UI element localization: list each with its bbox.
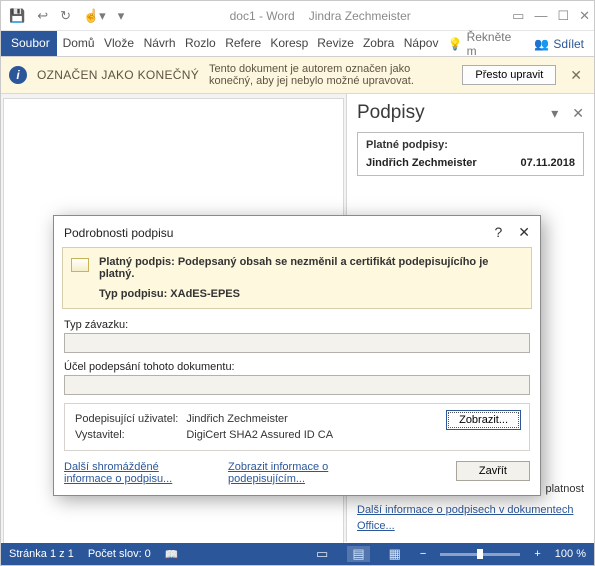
signature-name: Jindřich Zechmeister (366, 157, 477, 169)
redo-icon[interactable]: ↻ (56, 6, 75, 26)
tell-me[interactable]: 💡 Řekněte m (442, 31, 525, 56)
user-name: Jindra Zechmeister (309, 9, 411, 23)
tab-home[interactable]: Domů (57, 31, 98, 56)
marked-final-tag: OZNAČEN JAKO KONEČNÝ (37, 68, 199, 82)
word-count[interactable]: Počet slov: 0 (88, 548, 151, 560)
purpose-label: Účel podepsání tohoto dokumentu: (64, 361, 530, 373)
commitment-type-field (64, 333, 530, 353)
commitment-type-label: Typ závazku: (64, 319, 530, 331)
issuer-value: DigiCert SHA2 Assured ID CA (186, 428, 339, 442)
page-number[interactable]: Stránka 1 z 1 (9, 548, 74, 560)
qat-customize-icon[interactable]: ▾ (114, 6, 129, 26)
signature-type: Typ podpisu: XAdES-EPES (99, 288, 523, 300)
signer-label: Podepisující uživatel: (75, 412, 184, 426)
print-layout-icon[interactable]: ▤ (347, 546, 369, 562)
panel-close-icon[interactable]: ✕ (572, 105, 584, 122)
tab-insert[interactable]: Vlože (98, 31, 138, 56)
zoom-out-icon[interactable]: − (420, 548, 426, 560)
window-title: doc1 - Word Jindra Zechmeister (128, 9, 512, 23)
tab-view[interactable]: Zobra (357, 31, 398, 56)
valid-signature-line: Platný podpis: Podepsaný obsah se nezměn… (99, 256, 523, 280)
tell-me-label: Řekněte m (467, 30, 519, 58)
ribbon-options-icon[interactable]: ▭ (512, 8, 524, 24)
dialog-title: Podrobnosti podpisu (64, 226, 173, 240)
spellcheck-icon[interactable]: 📖 (165, 548, 179, 561)
signatures-more-link[interactable]: Další informace o podpisech v dokumentec… (357, 503, 584, 534)
share-label: Sdílet (553, 37, 584, 51)
close-button[interactable]: Zavřít (456, 461, 530, 481)
dialog-help-icon[interactable]: ? (494, 224, 502, 241)
read-mode-icon[interactable]: ▭ (311, 546, 333, 562)
valid-signatures-header: Platné podpisy: (366, 139, 575, 151)
certificate-icon (71, 258, 89, 272)
signature-details-dialog: Podrobnosti podpisu ? ✕ Platný podpis: P… (53, 215, 541, 496)
tab-help[interactable]: Nápov (398, 31, 442, 56)
tab-layout[interactable]: Rozlo (179, 31, 219, 56)
web-layout-icon[interactable]: ▦ (384, 546, 406, 562)
signature-date: 07.11.2018 (521, 157, 575, 169)
tab-file[interactable]: Soubor (1, 31, 57, 56)
signer-details-box: Podepisující uživatel: Jindřich Zechmeis… (64, 403, 530, 451)
minimize-icon[interactable]: — (534, 8, 547, 24)
signature-row[interactable]: Jindřich Zechmeister 07.11.2018 (366, 157, 575, 169)
message-bar: i OZNAČEN JAKO KONEČNÝ Tento dokument je… (1, 57, 594, 94)
info-icon: i (9, 66, 27, 84)
title-bar: 💾 ↩ ↻ ☝▾ ▾ doc1 - Word Jindra Zechmeiste… (1, 1, 594, 31)
tab-design[interactable]: Návrh (138, 31, 179, 56)
purpose-field (64, 375, 530, 395)
signatures-box: Platné podpisy: Jindřich Zechmeister 07.… (357, 132, 584, 176)
msgbar-close-icon[interactable]: ✕ (566, 67, 586, 84)
edit-anyway-button[interactable]: Přesto upravit (462, 65, 556, 85)
tab-review[interactable]: Revize (311, 31, 357, 56)
status-bar: Stránka 1 z 1 Počet slov: 0 📖 ▭ ▤ ▦ − + … (1, 543, 594, 565)
undo-icon[interactable]: ↩ (33, 6, 52, 26)
signatures-title: Podpisy (357, 102, 425, 124)
signature-status-box: Platný podpis: Podepsaný obsah se nezměn… (62, 247, 532, 309)
dialog-close-icon[interactable]: ✕ (518, 224, 530, 241)
signer-info-link[interactable]: Zobrazit informace o podepisujícím... (228, 461, 368, 485)
share-icon: 👥 (534, 37, 549, 51)
signer-value: Jindřich Zechmeister (186, 412, 339, 426)
panel-menu-icon[interactable]: ▾ (551, 105, 558, 122)
dialog-titlebar[interactable]: Podrobnosti podpisu ? ✕ (54, 216, 540, 245)
ribbon-tabs: Soubor Domů Vlože Návrh Rozlo Refere Kor… (1, 31, 594, 57)
maximize-icon[interactable]: ☐ (557, 8, 569, 24)
zoom-in-icon[interactable]: + (534, 548, 540, 560)
more-signature-info-link[interactable]: Další shromážděné informace o podpisu... (64, 461, 204, 485)
zoom-slider[interactable] (440, 553, 520, 556)
marked-final-desc: Tento dokument je autorem označen jako k… (209, 63, 452, 87)
show-certificate-button[interactable]: Zobrazit... (446, 410, 521, 430)
window-controls: ▭ — ☐ ✕ (512, 8, 590, 24)
touch-mode-icon[interactable]: ☝▾ (79, 6, 110, 26)
quick-access-toolbar: 💾 ↩ ↻ ☝▾ ▾ (5, 6, 128, 26)
tab-references[interactable]: Refere (219, 31, 264, 56)
document-title: doc1 - Word (230, 9, 295, 23)
save-icon[interactable]: 💾 (5, 6, 29, 26)
zoom-level[interactable]: 100 % (555, 548, 586, 560)
tab-mailings[interactable]: Koresp (264, 31, 311, 56)
issuer-label: Vystavitel: (75, 428, 184, 442)
close-window-icon[interactable]: ✕ (579, 8, 590, 24)
bulb-icon: 💡 (448, 37, 463, 51)
share-button[interactable]: 👥 Sdílet (524, 31, 594, 56)
